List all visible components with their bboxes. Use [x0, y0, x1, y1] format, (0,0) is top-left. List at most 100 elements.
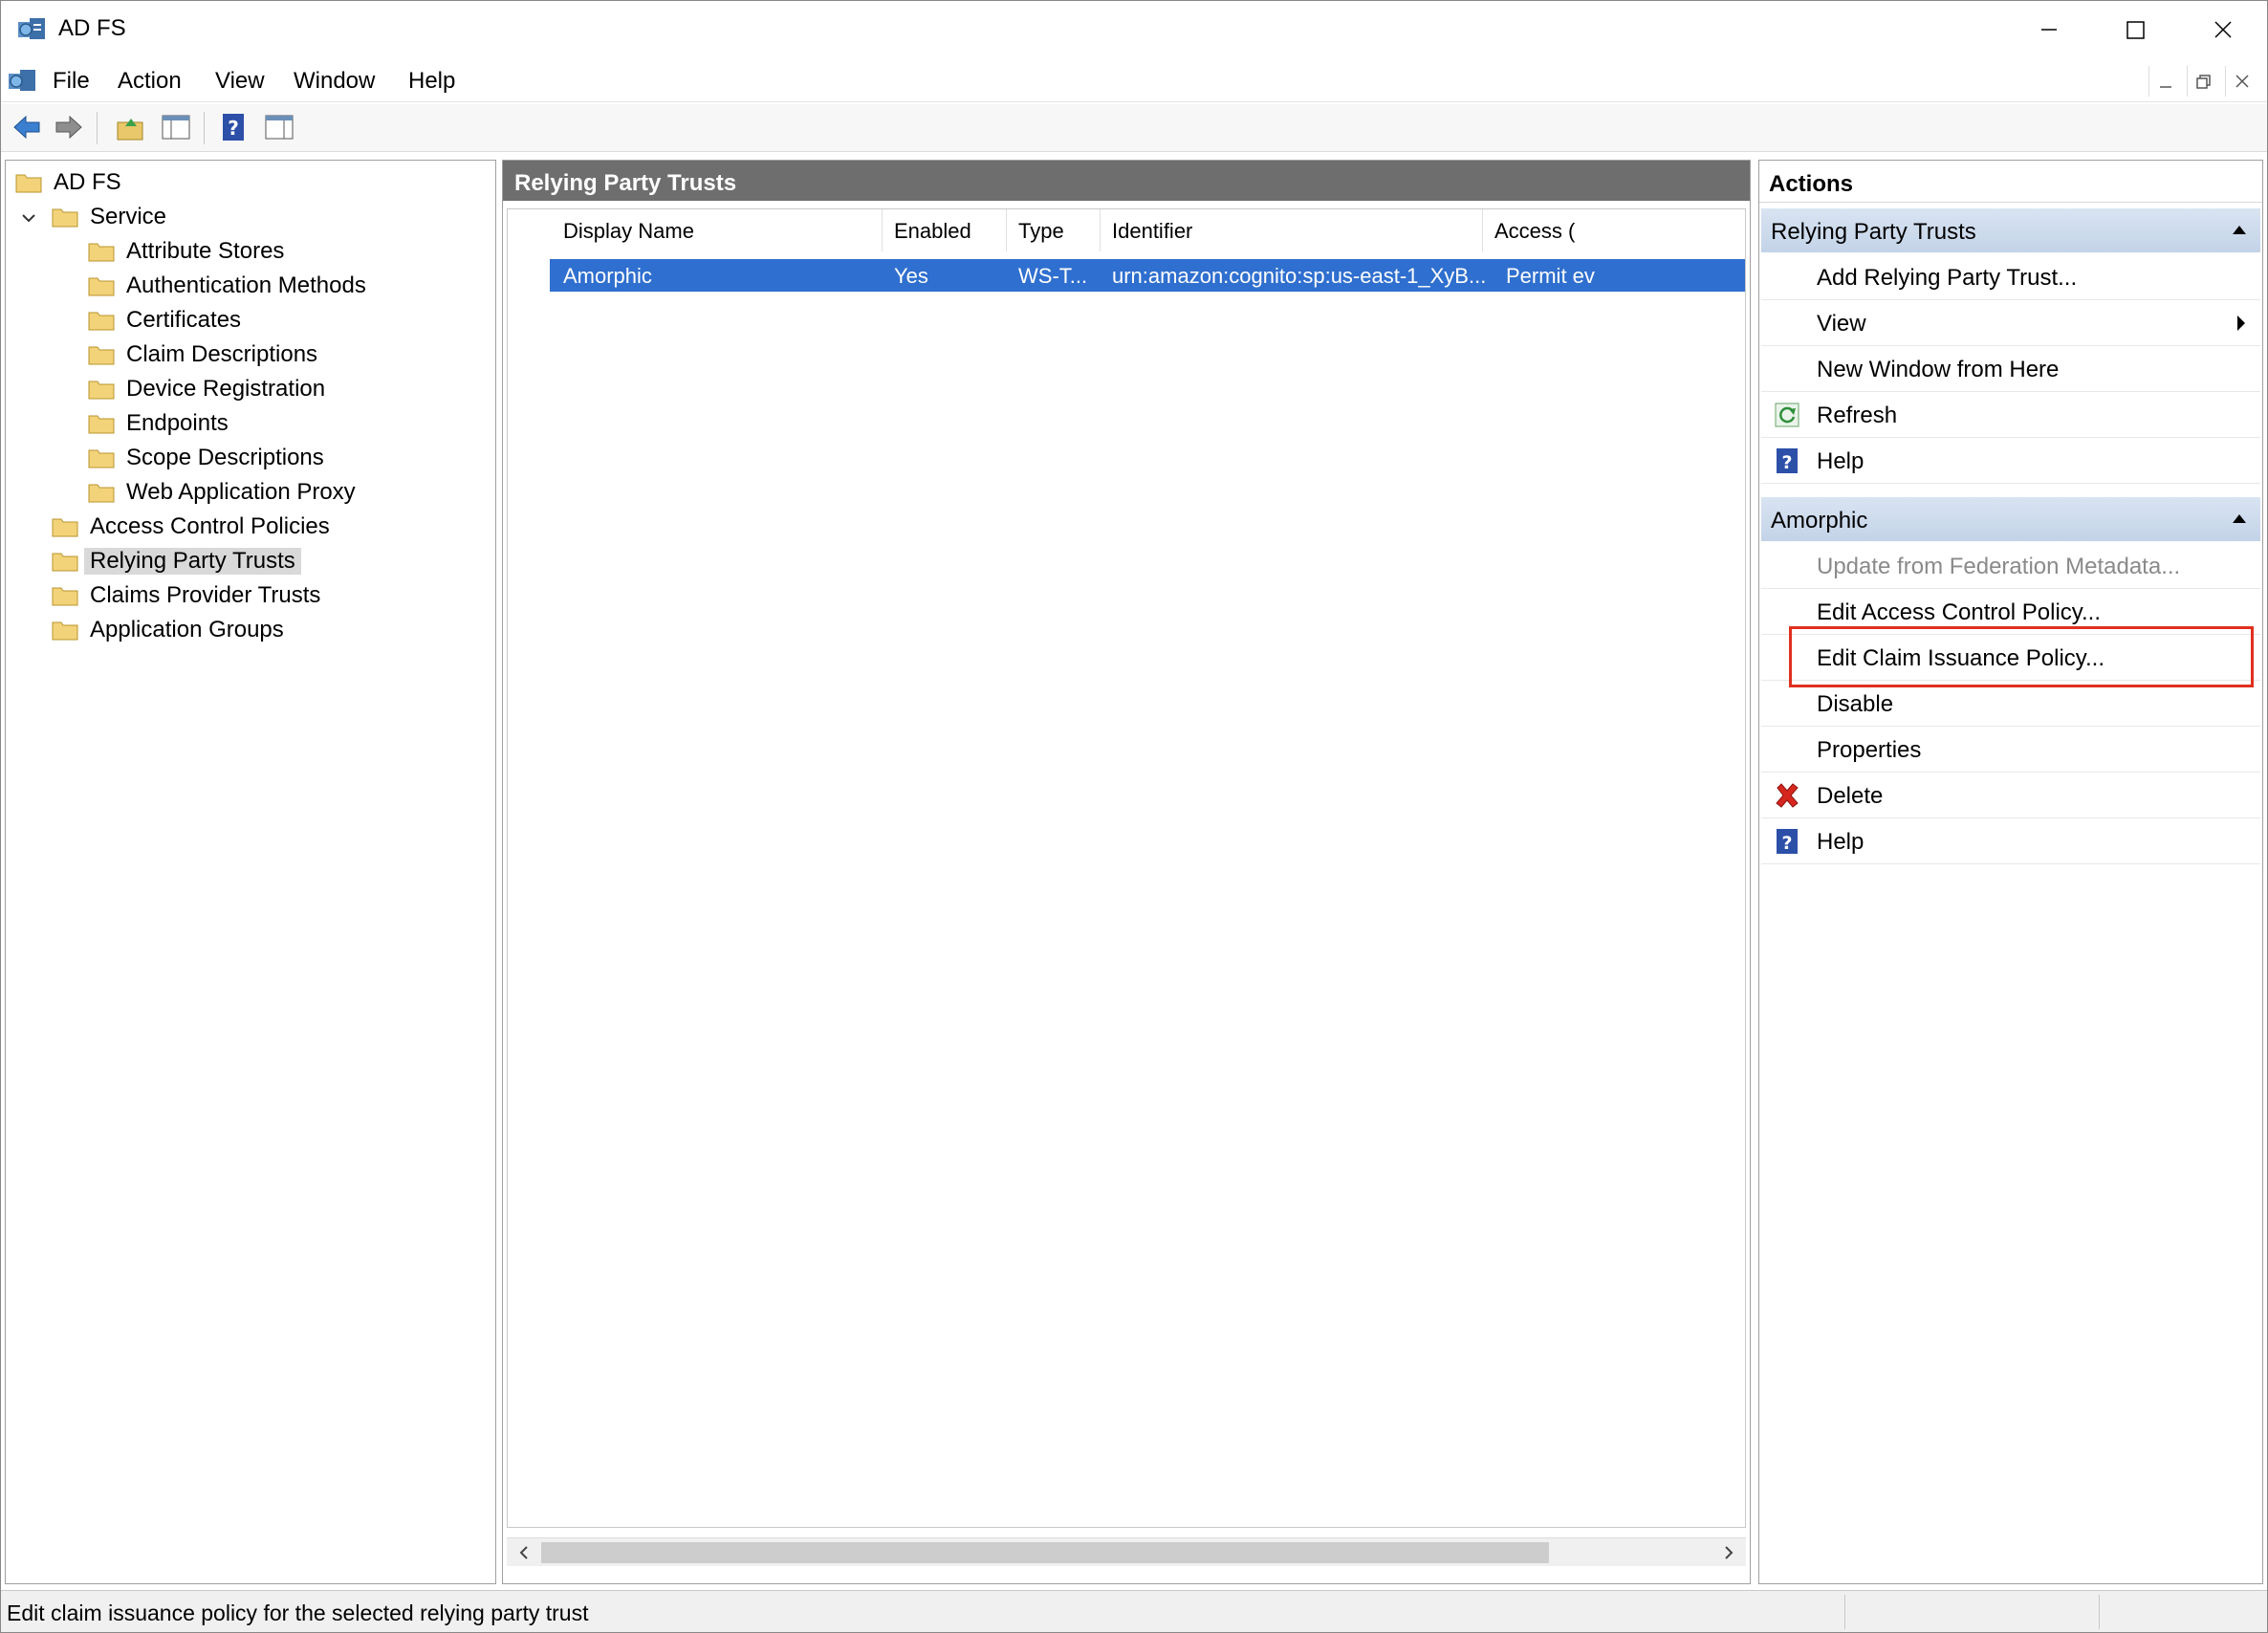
mdi-close-button[interactable] — [2225, 66, 2257, 97]
section-header-label: Amorphic — [1771, 508, 1868, 533]
up-folder-icon — [117, 119, 143, 141]
forward-icon — [55, 115, 82, 140]
show-hide-action-pane-button[interactable] — [261, 109, 297, 145]
column-header-display-name[interactable]: Display Name — [550, 209, 883, 251]
tree-item-label: Authentication Methods — [126, 272, 366, 298]
tree-item-access-control-policies[interactable]: Access Control Policies — [52, 511, 330, 543]
folder-icon — [52, 587, 78, 606]
forward-button[interactable] — [51, 109, 87, 145]
minimize-icon — [2160, 86, 2171, 88]
tree-item-web-application-proxy[interactable]: Web Application Proxy — [88, 476, 356, 509]
tree-item-endpoints[interactable]: Endpoints — [88, 407, 229, 440]
close-button[interactable] — [2179, 1, 2267, 58]
action-add-relying-party-trust[interactable]: Add Relying Party Trust... — [1761, 254, 2260, 300]
column-header-access-control[interactable]: Access ( — [1483, 209, 1745, 251]
cell-type: WS-T... — [1018, 264, 1088, 288]
action-delete[interactable]: Delete — [1761, 773, 2260, 818]
cell-display-name: Amorphic — [563, 264, 652, 288]
tree-item-service[interactable]: Service — [52, 201, 166, 233]
menu-file[interactable]: File — [53, 68, 90, 95]
up-one-level-button[interactable] — [112, 109, 148, 145]
system-menu-icon[interactable] — [7, 66, 39, 97]
collapse-up-icon[interactable] — [2230, 511, 2249, 526]
action-update-from-federation-metadata: Update from Federation Metadata... — [1761, 543, 2260, 589]
close-icon — [2235, 75, 2249, 88]
tree-item-claims-provider-trusts[interactable]: Claims Provider Trusts — [52, 579, 320, 612]
action-help-relying-party-trusts[interactable]: ? Help — [1761, 438, 2260, 484]
menu-bar: File Action View Window Help — [1, 60, 2267, 102]
action-help-amorphic[interactable]: ? Help — [1761, 818, 2260, 864]
mdi-minimize-button[interactable] — [2148, 66, 2181, 97]
action-label: Disable — [1817, 691, 1894, 717]
action-refresh[interactable]: Refresh — [1761, 392, 2260, 438]
adfs-window: AD FS File Action View Window Help ? AD … — [0, 0, 2268, 1633]
tree-item-label: Application Groups — [90, 617, 284, 642]
section-header-relying-party-trusts[interactable]: Relying Party Trusts — [1761, 208, 2260, 252]
action-view[interactable]: View — [1761, 300, 2260, 346]
action-label: Properties — [1817, 737, 1922, 763]
show-hide-console-tree-button[interactable] — [158, 109, 194, 145]
scrollbar-thumb[interactable] — [541, 1542, 1549, 1563]
delete-icon — [1776, 783, 1799, 808]
table-row[interactable]: Amorphic Yes WS-T... urn:amazon:cognito:… — [550, 259, 1745, 292]
minimize-button[interactable] — [2005, 1, 2093, 58]
svg-text:?: ? — [228, 117, 239, 140]
back-button[interactable] — [9, 109, 45, 145]
tree-item-attribute-stores[interactable]: Attribute Stores — [88, 235, 284, 268]
tree-item-scope-descriptions[interactable]: Scope Descriptions — [88, 442, 324, 474]
action-label: Add Relying Party Trust... — [1817, 265, 2078, 291]
chevron-down-icon[interactable] — [19, 208, 38, 228]
action-disable[interactable]: Disable — [1761, 681, 2260, 727]
column-header-identifier[interactable]: Identifier — [1101, 209, 1483, 251]
results-pane: Relying Party Trusts Display Name Enable… — [502, 160, 1751, 1584]
scroll-right-icon[interactable] — [1717, 1541, 1740, 1564]
collapse-up-icon[interactable] — [2230, 222, 2249, 237]
tree-item-label: Claims Provider Trusts — [90, 582, 321, 608]
action-new-window-from-here[interactable]: New Window from Here — [1761, 346, 2260, 392]
tree-item-claim-descriptions[interactable]: Claim Descriptions — [88, 338, 317, 371]
horizontal-scrollbar[interactable] — [507, 1537, 1746, 1566]
action-label: Help — [1817, 448, 1865, 474]
status-text: Edit claim issuance policy for the selec… — [7, 1600, 589, 1625]
tree-item-label: AD FS — [54, 169, 121, 195]
tree-item-application-groups[interactable]: Application Groups — [52, 614, 284, 646]
menu-view[interactable]: View — [215, 68, 265, 95]
folder-icon — [15, 174, 42, 193]
menu-help[interactable]: Help — [408, 68, 455, 95]
tree-item-label: Service — [90, 204, 167, 229]
restore-icon — [2196, 75, 2211, 89]
back-icon — [13, 115, 40, 140]
toolbar-separator — [97, 112, 98, 144]
tree-item-adfs[interactable]: AD FS — [15, 166, 121, 199]
tree-item-authentication-methods[interactable]: Authentication Methods — [88, 270, 366, 302]
mdi-restore-button[interactable] — [2187, 66, 2219, 97]
cell-identifier: urn:amazon:cognito:sp:us-east-1_XyB... — [1112, 264, 1485, 288]
tree-item-device-registration[interactable]: Device Registration — [88, 373, 325, 405]
action-properties[interactable]: Properties — [1761, 727, 2260, 773]
action-label: Delete — [1817, 783, 1884, 809]
maximize-button[interactable] — [2091, 1, 2179, 58]
tree-item-relying-party-trusts[interactable]: Relying Party Trusts — [52, 545, 301, 577]
section-header-label: Relying Party Trusts — [1771, 219, 1976, 245]
scroll-left-icon[interactable] — [512, 1541, 535, 1564]
column-header-enabled[interactable]: Enabled — [883, 209, 1007, 251]
tree-item-label: Web Application Proxy — [126, 479, 356, 505]
tree-item-label: Attribute Stores — [126, 238, 285, 264]
tree-item-label: Device Registration — [126, 376, 326, 402]
section-header-amorphic[interactable]: Amorphic — [1761, 497, 2260, 541]
tree-item-certificates[interactable]: Certificates — [88, 304, 241, 337]
folder-icon — [88, 415, 115, 434]
adfs-app-icon — [18, 18, 45, 39]
folder-icon — [88, 243, 115, 262]
action-label: Update from Federation Metadata... — [1817, 554, 2181, 579]
menu-window[interactable]: Window — [294, 68, 375, 95]
relying-party-list[interactable]: Display Name Enabled Type Identifier Acc… — [507, 208, 1746, 1528]
title-bar[interactable]: AD FS — [1, 1, 2267, 58]
column-header-type[interactable]: Type — [1007, 209, 1101, 251]
folder-icon — [52, 208, 78, 228]
menu-action[interactable]: Action — [118, 68, 182, 95]
help-toolbar-button[interactable]: ? — [215, 109, 251, 145]
tree-item-label: Certificates — [126, 307, 242, 333]
close-icon — [2214, 21, 2232, 38]
minimize-icon — [2041, 29, 2057, 31]
